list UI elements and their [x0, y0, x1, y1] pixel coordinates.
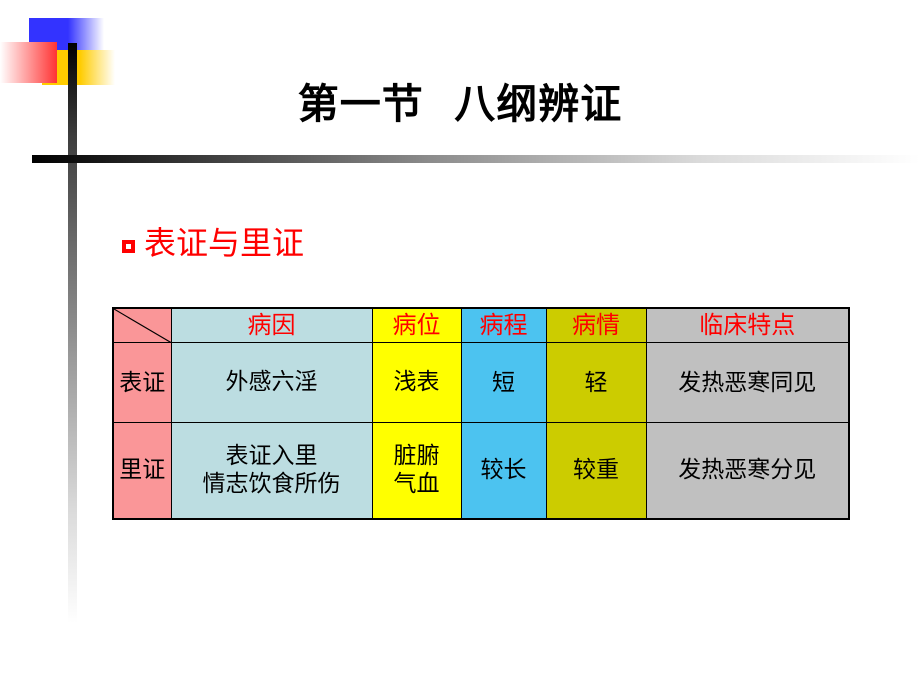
comparison-table-wrap: 病因 病位 病程 病情 临床特点 表证 外感六淫 浅表 短 轻 发热恶寒同见 里… [112, 307, 850, 520]
table-cell-cause-li: 表证入里 情志饮食所伤 [170, 422, 373, 520]
cell-line-1: 表证入里 [225, 442, 318, 469]
table-cell-cause-biao: 外感六淫 [170, 342, 373, 424]
decor-vertical-rule [68, 43, 77, 623]
cell-line-1: 浅表 [393, 368, 440, 395]
cell-line-2: 气血 [393, 470, 440, 497]
diagonal-slash-icon [114, 309, 171, 343]
table-header-cause: 病因 [170, 307, 373, 344]
decor-horizontal-rule [32, 155, 920, 163]
table-row: 表证 外感六淫 浅表 短 轻 发热恶寒同见 [112, 342, 850, 424]
table-header-course: 病程 [460, 307, 547, 344]
table-cell-site-biao: 浅表 [371, 342, 462, 424]
table-cell-severity-biao: 轻 [545, 342, 647, 424]
table-cell-site-li: 脏腑 气血 [371, 422, 462, 520]
table-header-row: 病因 病位 病程 病情 临床特点 [112, 307, 850, 344]
table-header-severity: 病情 [545, 307, 647, 344]
cell-line-2: 情志饮食所伤 [202, 470, 341, 497]
table-header-feature: 临床特点 [645, 307, 850, 344]
page-title: 第一节 八纲辨证 [297, 80, 623, 128]
table-corner-cell [112, 307, 172, 344]
table-cell-course-li: 较长 [460, 422, 547, 520]
table-cell-feature-biao: 发热恶寒同见 [645, 342, 850, 424]
table-row-label-li: 里证 [112, 422, 172, 520]
table-row: 里证 表证入里 情志饮食所伤 脏腑 气血 较长 较重 发热恶寒分见 [112, 422, 850, 520]
comparison-table: 病因 病位 病程 病情 临床特点 表证 外感六淫 浅表 短 轻 发热恶寒同见 里… [112, 307, 850, 520]
subtitle-block: 表证与里证 [122, 224, 305, 262]
table-cell-course-biao: 短 [460, 342, 547, 424]
table-header-site: 病位 [371, 307, 462, 344]
square-outline-bullet-icon [122, 240, 135, 254]
table-row-label-biao: 表证 [112, 342, 172, 424]
cell-line-1: 外感六淫 [225, 368, 318, 395]
table-cell-severity-li: 较重 [545, 422, 647, 520]
subtitle-text: 表证与里证 [144, 224, 305, 262]
table-cell-feature-li: 发热恶寒分见 [645, 422, 850, 520]
cell-line-1: 脏腑 [393, 442, 440, 469]
